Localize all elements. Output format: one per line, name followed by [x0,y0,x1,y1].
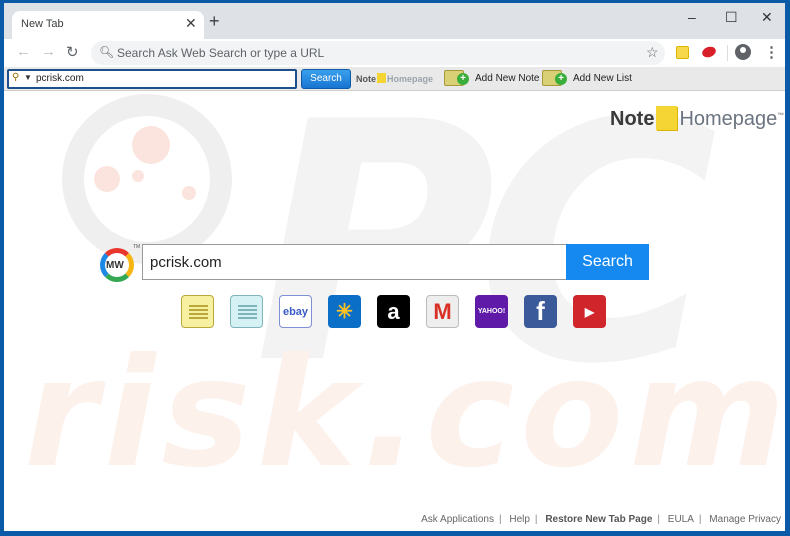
back-arrow-icon[interactable]: ← [16,43,31,60]
tile-notes-icon[interactable] [181,295,214,328]
tile-gmail-icon[interactable]: M [426,295,459,328]
main-search-value: pcrisk.com [150,254,222,271]
menu-kebab-icon[interactable]: ⋮ [764,43,779,61]
extension-note-homepage-logo[interactable]: Note Homepage [356,73,433,84]
search-icon: 🔍︎ [99,45,115,59]
footer-link-restore-new-tab-page[interactable]: Restore New Tab Page [545,514,652,525]
logo-note-text: Note [356,74,376,84]
sticky-note-icon [656,106,678,130]
tile-youtube-icon[interactable]: ▶ [573,295,606,328]
footer-link-ask-applications[interactable]: Ask Applications [421,514,494,525]
extension-search-input[interactable]: ⚲ ▼ pcrisk.com [7,69,297,89]
trademark: ™ [777,112,785,120]
maximize-icon[interactable]: ☐ [725,9,738,26]
watermark-dot [132,126,170,164]
browser-toolbar: ← → ↻ 🔍︎ Search Ask Web Search or type a… [4,39,785,67]
footer-separator: | [698,514,702,525]
tile-facebook-icon[interactable]: f [524,295,557,328]
footer-separator: | [534,514,538,525]
dropdown-caret-icon[interactable]: ▼ [24,73,32,82]
logo-homepage-text: Homepage [387,74,434,84]
main-search-button[interactable]: Search [566,244,649,280]
plus-icon: + [457,73,469,85]
watermark-dot [182,186,196,200]
close-window-icon[interactable]: ✕ [761,9,773,26]
footer-links: Ask Applications | Help | Restore New Tab … [421,514,781,525]
address-bar[interactable]: 🔍︎ Search Ask Web Search or type a URL ☆ [91,41,665,65]
tile-amazon-icon[interactable]: a [377,295,410,328]
footer-link-help[interactable]: Help [509,514,530,525]
new-tab-plus-icon[interactable]: + [209,12,220,30]
tile-line [238,317,257,319]
footer-separator: | [498,514,502,525]
forward-arrow-icon[interactable]: → [41,43,56,60]
watermark-dot [132,170,144,182]
tab-new-tab[interactable]: New Tab ✕ [12,11,204,39]
magnifier-icon: ⚲ [12,72,20,83]
plus-icon: + [555,73,567,85]
tile-line [238,313,257,315]
mw-trademark: TM [133,244,141,250]
tile-ebay-icon[interactable]: ebay [279,295,312,328]
footer-link-eula[interactable]: EULA [668,514,694,525]
main-search-input[interactable]: pcrisk.com [142,244,567,280]
watermark-risk-text: risk.com [24,327,785,501]
add-new-list-label: Add New List [573,73,632,84]
bookmark-star-icon[interactable]: ☆ [646,44,659,61]
tile-line [189,317,208,319]
new-tab-page: PC risk.com NoteHomepage™ MW TM pcrisk.c… [4,92,785,531]
tile-line [189,309,208,311]
tile-lists-icon[interactable] [230,295,263,328]
logo-homepage-text: Homepage [679,108,778,130]
browser-window: New Tab ✕ + – ☐ ✕ ← → ↻ 🔍︎ Search Ask We… [4,3,785,531]
address-bar-placeholder: Search Ask Web Search or type a URL [117,46,325,60]
tile-yahoo-icon[interactable]: YAHOO! [475,295,508,328]
tab-title: New Tab [21,18,64,30]
extension-toolbar: ⚲ ▼ pcrisk.com Search Note Homepage + Add… [4,67,785,91]
mw-logo-text: MW [106,260,124,271]
reload-icon[interactable]: ↻ [66,43,79,61]
sticky-note-icon [377,73,386,83]
watermark-magnifier [62,94,232,264]
extension-search-button[interactable]: Search [301,69,351,89]
extension-search-value: pcrisk.com [36,73,84,84]
profile-avatar-icon[interactable] [735,44,751,60]
minimize-icon[interactable]: – [688,9,696,25]
add-new-note-label: Add New Note [475,73,540,84]
note-homepage-logo: Note Homepage™ [610,106,784,131]
footer-separator: | [657,514,660,525]
tile-line [238,305,257,307]
logo-note-text: Note [610,108,655,130]
tile-line [189,313,208,315]
note-extension-icon[interactable] [676,46,689,59]
tile-line [238,309,257,311]
footer-link-manage-privacy[interactable]: Manage Privacy [709,514,781,525]
watermark-dot [94,166,120,192]
tile-walmart-icon[interactable]: ✳ [328,295,361,328]
tile-line [189,305,208,307]
close-tab-icon[interactable]: ✕ [185,15,197,32]
toolbar-divider [727,45,728,61]
mindspark-mw-logo: MW [100,248,134,282]
tab-strip: New Tab ✕ + – ☐ ✕ [4,3,785,39]
